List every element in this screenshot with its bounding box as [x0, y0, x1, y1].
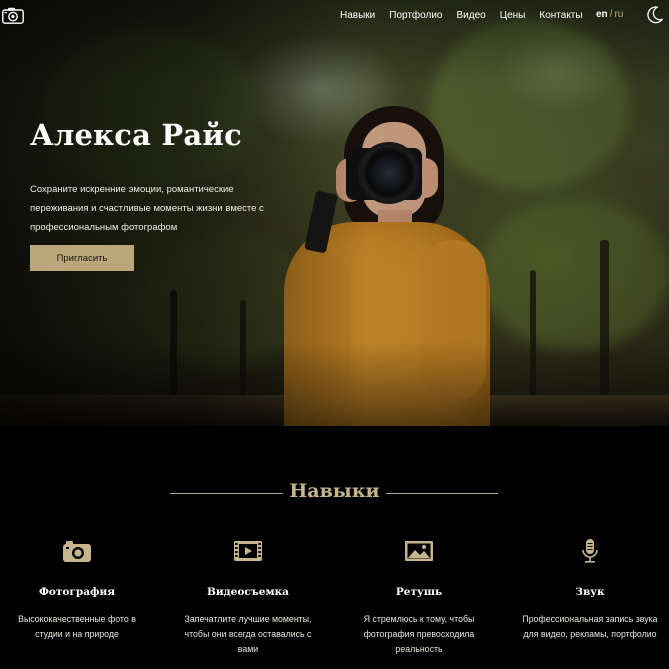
hero-description: Сохраните искренние эмоции, романтически…: [30, 184, 264, 233]
skill-description: Я стремлюсь к тому, чтобы фотография пре…: [363, 614, 475, 654]
film-icon: [234, 541, 262, 561]
hero-title: Алекса Райс: [30, 118, 242, 152]
nav-item-video[interactable]: Видео: [456, 10, 485, 21]
camera-icon: [63, 541, 91, 562]
skill-photography: Фотография Высококачественные фото в сту…: [0, 538, 157, 642]
skill-description: Профессиональная запись звука для видео,…: [522, 614, 658, 639]
nav-item-skills[interactable]: Навыки: [340, 10, 375, 21]
skill-name: Фотография: [38, 586, 116, 598]
nav-item-contacts[interactable]: Контакты: [539, 10, 582, 21]
image-icon: [405, 541, 433, 561]
language-switcher: en / ru: [596, 9, 623, 20]
nav-item-portfolio[interactable]: Портфолио: [389, 10, 442, 21]
skill-sound: Звук Профессиональная запись звука для в…: [510, 538, 669, 642]
skill-description: Высококачественные фото в студии и на пр…: [18, 614, 136, 639]
main-nav: Навыки Портфолио Видео Цены Контакты: [340, 10, 597, 21]
nav-item-prices[interactable]: Цены: [500, 10, 526, 21]
skill-name: Ретушь: [395, 586, 443, 598]
invite-button[interactable]: Пригласить: [30, 245, 134, 271]
skill-retouch: Ретушь Я стремлюсь к тому, чтобы фотогра…: [339, 538, 499, 657]
lang-separator: /: [609, 9, 613, 20]
skill-videography: Видеосъемка Запечатлите лучшие моменты, …: [168, 538, 328, 657]
lang-en[interactable]: en: [596, 9, 608, 20]
skill-name: Видеосъемка: [207, 586, 289, 598]
skill-description: Запечатлите лучшие моменты, чтобы они вс…: [184, 614, 312, 654]
skills-title: Навыки: [289, 480, 380, 502]
moon-icon[interactable]: [647, 6, 663, 24]
skill-name: Звук: [575, 586, 605, 598]
microphone-icon: [582, 539, 598, 563]
lang-ru[interactable]: ru: [614, 9, 623, 20]
camera-icon[interactable]: [2, 7, 24, 24]
